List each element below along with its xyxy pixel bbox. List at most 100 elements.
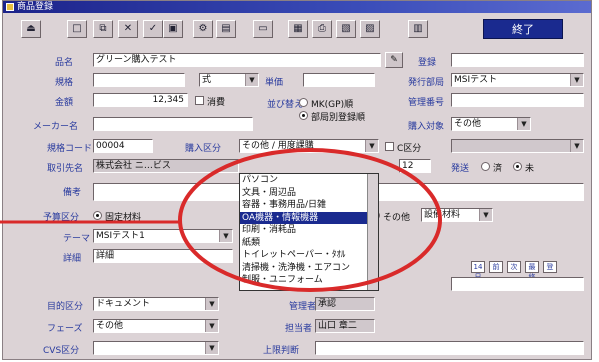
stamp-icon[interactable]: ▣ xyxy=(163,20,183,38)
list-icon[interactable]: ▤ xyxy=(216,20,236,38)
delete-icon[interactable]: ✕ xyxy=(118,20,138,38)
remarks-label: 備考 xyxy=(63,188,82,198)
ship-label: 発送 xyxy=(451,164,470,174)
manager-field: 承認 xyxy=(315,297,375,311)
spec-field[interactable] xyxy=(93,73,185,87)
dept-label: 発行部局 xyxy=(408,78,445,88)
sort-mk-label: MK(GP)順 xyxy=(311,100,354,110)
help-icon[interactable]: ▥ xyxy=(408,20,428,38)
budget-select[interactable]: 設備材料 ▼ xyxy=(421,208,493,222)
supplier-field[interactable]: 株式会社 ニ…ビス xyxy=(93,159,239,173)
cost-code-label: CVS区分 xyxy=(43,346,80,356)
period-field[interactable]: 12 xyxy=(399,159,431,173)
material-type-value: ドキュメント xyxy=(96,299,151,309)
dept-select[interactable]: MSIテスト ▼ xyxy=(451,73,584,87)
purchase-type-value: その他 / 用度課購 xyxy=(242,141,314,151)
image-icon[interactable]: ▦ xyxy=(288,20,308,38)
export-icon[interactable]: ▨ xyxy=(360,20,380,38)
chevron-down-icon: ▼ xyxy=(517,118,530,130)
dropdown-item[interactable]: 清掃機・洗浄機・エアコン xyxy=(240,262,378,275)
phase-label: フェーズ xyxy=(47,324,83,334)
preview-icon[interactable]: ▧ xyxy=(336,20,356,38)
amount-field[interactable]: 12,345 xyxy=(93,93,188,107)
spec-code-label: 規格コード xyxy=(47,144,93,154)
purchase-target-value: その他 xyxy=(454,119,482,129)
purchase-target-select[interactable]: その他 ▼ xyxy=(451,117,531,131)
search-icon[interactable]: ▭ xyxy=(253,20,273,38)
registration-label: 登録 xyxy=(418,58,437,68)
cost-code-select[interactable]: ▼ xyxy=(93,341,219,355)
management-no-field[interactable] xyxy=(451,93,584,107)
maker-label: メーカー名 xyxy=(33,122,79,132)
door-exit-icon[interactable]: ⏏ xyxy=(21,20,41,38)
budget-other-label: その他 xyxy=(383,213,411,223)
dropdown-item[interactable]: 容器・事務用品/日雑 xyxy=(240,199,378,212)
spec-code-field[interactable]: 00004 xyxy=(93,139,153,153)
next-button[interactable]: 次 xyxy=(507,261,521,273)
purchase-type-dropdown-list[interactable]: パソコン 文具・周辺品 容器・事務用品/日雑 OA機器・情報機器 印刷・消耗品 … xyxy=(239,173,379,291)
purchase-type-select[interactable]: その他 / 用度課購 ▼ xyxy=(239,139,379,153)
dropdown-item[interactable]: 紙類 xyxy=(240,237,378,250)
dropdown-item[interactable]: 印刷・消耗品 xyxy=(240,224,378,237)
unit-price-label: 単価 xyxy=(265,78,284,88)
last-button[interactable]: 最終 xyxy=(525,261,539,281)
settings-icon[interactable]: ⚙ xyxy=(193,20,213,38)
chevron-down-icon: ▼ xyxy=(205,298,218,310)
budget-fixed-label: 固定材料 xyxy=(105,213,142,223)
ship-done-radio[interactable] xyxy=(481,162,490,171)
register-button[interactable]: 登 xyxy=(543,261,557,273)
c-flag-select[interactable]: ▼ xyxy=(451,139,584,153)
budget-fixed-radio[interactable] xyxy=(93,211,102,220)
theme-select-value: MSIテスト1 xyxy=(96,231,145,241)
check-icon[interactable]: ✓ xyxy=(143,20,163,38)
prev-button[interactable]: 前 xyxy=(489,261,503,273)
detail-field[interactable]: 詳細 xyxy=(93,249,233,263)
maker-field[interactable] xyxy=(93,117,253,131)
copy-icon[interactable]: ⧉ xyxy=(93,20,113,38)
budget-type-label: 予算区分 xyxy=(43,213,80,223)
upper-assess-field[interactable] xyxy=(315,341,584,355)
product-registration-window: 商品登録 ⏏ □ ⧉ ✕ ✓ ▣ ⚙ ▤ ▭ ▦ ⎙ ▧ ▨ ▥ 終了 品名 グ… xyxy=(2,0,592,360)
c-flag-checkbox[interactable] xyxy=(385,142,394,151)
status-field xyxy=(451,277,584,291)
dropdown-item[interactable]: 文具・周辺品 xyxy=(240,187,378,200)
product-name-field[interactable]: グリーン購入テスト xyxy=(93,53,381,67)
material-type-label: 目的区分 xyxy=(47,302,84,312)
dropdown-item[interactable]: 制服・ユニフォーム xyxy=(240,274,378,287)
person-field: 山口 章二 xyxy=(315,319,375,333)
new-doc-icon[interactable]: □ xyxy=(67,20,87,38)
sort-dept-radio[interactable] xyxy=(299,111,308,120)
unit-price-field[interactable] xyxy=(303,73,375,87)
purchase-type-label: 購入区分 xyxy=(185,144,222,154)
tax-checkbox[interactable] xyxy=(195,96,204,105)
material-type-select[interactable]: ドキュメント ▼ xyxy=(93,297,219,311)
upper-assess-label: 上限判断 xyxy=(263,346,300,356)
dropdown-item[interactable]: パソコン xyxy=(240,174,378,187)
theme-select[interactable]: MSIテスト1 ▼ xyxy=(93,229,233,243)
window-title: 商品登録 xyxy=(17,2,54,12)
theme-label: テーマ xyxy=(63,234,91,244)
sort-mk-radio[interactable] xyxy=(299,98,308,107)
purchase-target-label: 購入対象 xyxy=(408,122,445,132)
dept-select-value: MSIテスト xyxy=(454,75,498,85)
first-page-button[interactable]: 14日 xyxy=(471,261,485,281)
phase-select[interactable]: その他 ▼ xyxy=(93,319,219,333)
dropdown-item-selected[interactable]: OA機器・情報機器 xyxy=(240,211,378,224)
ship-pending-radio[interactable] xyxy=(513,162,522,171)
chevron-down-icon: ▼ xyxy=(205,320,218,332)
c-flag-label: C区分 xyxy=(397,144,422,154)
print-icon[interactable]: ⎙ xyxy=(312,20,332,38)
dropdown-scrollbar[interactable] xyxy=(367,174,378,290)
registration-field[interactable] xyxy=(451,53,584,67)
ship-done-label: 済 xyxy=(493,164,503,174)
product-name-label: 品名 xyxy=(55,58,74,68)
dropdown-item[interactable]: トイレットペーパー・ﾀｵﾙ xyxy=(240,249,378,262)
end-button[interactable]: 終了 xyxy=(483,19,563,39)
amount-label: 金額 xyxy=(55,98,74,108)
sort-basis-label: 並び替え xyxy=(267,100,304,110)
lookup-icon[interactable]: ✎ xyxy=(385,52,403,68)
chevron-down-icon: ▼ xyxy=(570,140,583,152)
sort-dept-label: 部局別登録順 xyxy=(311,113,366,123)
unit-select[interactable]: 式 ▼ xyxy=(199,73,259,87)
spec-label: 規格 xyxy=(55,78,74,88)
